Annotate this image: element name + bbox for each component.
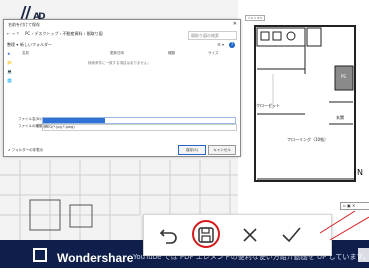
floor-plan [243,14,369,190]
view-options-button[interactable]: ☰ ▾ [217,42,224,47]
pc-icon[interactable]: 💻 [7,69,19,74]
column-date[interactable]: 更新日時 [110,51,124,56]
file-name-row: ファイル名(N): [18,117,238,124]
column-name[interactable]: 名前 [22,51,29,56]
dialog-toolbar: 整理 ▾ 新しいフォルダー ☰ ▾ ? [7,42,237,49]
entrance-label: 玄関 [336,115,344,120]
organize-button[interactable]: 整理 ▾ [7,42,18,47]
column-type[interactable]: 種類 [168,51,175,56]
column-size[interactable]: サイズ [208,51,218,56]
search-input[interactable]: 間取り図の検索 [188,31,237,40]
empty-list-message: 検索条件に一致する項目はありません。 [88,61,151,65]
save-as-dialog: 名前を付けて保存 ✕ ← → ↑ PC › デスクトップ › 不動産資料 › 間… [3,19,241,157]
dialog-close-button[interactable]: ✕ [233,21,237,27]
close-icon[interactable] [235,220,265,250]
dialog-save-button[interactable]: 保存(S) [178,145,206,155]
file-type-row: ファイルの種類(T): JPEG(*.jpg,*.jpeg) [18,124,238,131]
banner-brand: Wondershare [57,251,134,265]
dialog-title: 名前を付けて保存 [8,22,40,27]
navigation-pane: ★ 📁 💻 🌐 [7,51,19,121]
network-icon[interactable]: 🌐 [7,78,19,83]
nav-arrows-icon[interactable]: ← → ↑ [7,31,20,36]
quick-access-icon[interactable]: ★ [7,51,19,56]
file-type-select[interactable]: JPEG(*.jpg,*.jpeg) [42,124,237,131]
file-name-selection [43,118,105,123]
flooring-label: フローリング（10帖） [287,137,329,142]
ps-label: PS [341,74,346,79]
file-name-label: ファイル名(N): [18,117,43,121]
save-icon[interactable] [191,220,221,250]
new-folder-button[interactable]: 新しいフォルダー [20,42,52,48]
file-list-header: 名前 更新日時 種類 サイズ [22,51,234,57]
address-path[interactable]: PC › デスクトップ › 不動産資料 › 間取り図 [25,31,103,37]
hide-folders-toggle[interactable]: ∧ フォルダーの非表示 [8,148,43,153]
wondershare-logo-icon [33,248,47,262]
banner-corner-icon [358,248,369,262]
page: //AD 名前を付けて保存 ✕ ← → ↑ PC › デスクトップ › 不動産資… [0,0,369,268]
file-name-input[interactable] [42,117,236,124]
dialog-cancel-button[interactable]: キャンセル [208,145,236,155]
closet-label: クローゼット [256,103,280,108]
undo-icon[interactable] [154,220,184,250]
help-icon[interactable]: ? [229,42,235,48]
folder-icon[interactable]: 📁 [7,60,19,65]
plan-dimension-tag: 7.0 × 8.5 [245,15,265,21]
address-bar: ← → ↑ PC › デスクトップ › 不動産資料 › 間取り図 間取り図の検索 [7,31,237,40]
compass-north-icon: N [357,168,363,177]
floor-plan-drawing [254,25,356,182]
callout-lines [319,210,369,241]
